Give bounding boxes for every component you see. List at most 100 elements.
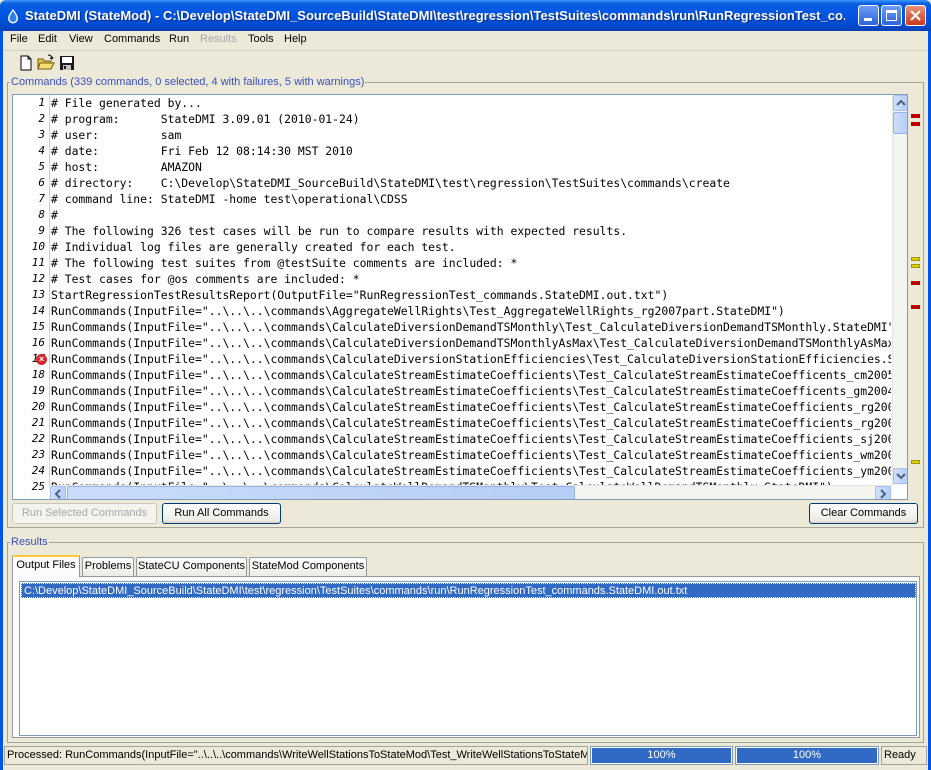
horizontal-scrollbar[interactable] <box>50 485 892 499</box>
line-number: 6 <box>38 176 45 189</box>
command-line[interactable]: # Individual log files are generally cre… <box>51 239 456 255</box>
warning-marker[interactable] <box>911 264 920 268</box>
line-number: 9 <box>38 224 45 237</box>
line-number: 20 <box>31 400 45 413</box>
command-line[interactable]: RunCommands(InputFile="..\..\..\commands… <box>51 335 891 351</box>
line-number: 5 <box>38 160 45 173</box>
tab-statemod-components[interactable]: StateMod Components <box>249 557 367 576</box>
command-line[interactable]: RunCommands(InputFile="..\..\..\commands… <box>51 399 891 415</box>
scroll-down-button[interactable] <box>893 468 907 484</box>
command-line[interactable]: # The following test suites from @testSu… <box>51 255 517 271</box>
scroll-up-button[interactable] <box>893 95 907 111</box>
run-all-commands-button[interactable]: Run All Commands <box>162 503 281 524</box>
output-files-list[interactable]: C:\Develop\StateDMI_SourceBuild\StateDMI… <box>19 581 917 736</box>
line-number: 11 <box>31 256 45 269</box>
menu-edit[interactable]: Edit <box>38 33 57 45</box>
command-line[interactable]: # File generated by... <box>51 95 202 111</box>
menu-help[interactable]: Help <box>284 33 307 45</box>
commands-group-label: Commands (339 commands, 0 selected, 4 wi… <box>10 76 366 88</box>
toolbar <box>3 50 928 74</box>
command-line[interactable]: RunCommands(InputFile="..\..\..\commands… <box>51 303 785 319</box>
command-line[interactable]: # Test cases for @os comments are includ… <box>51 271 360 287</box>
command-line[interactable]: # user: sam <box>51 127 181 143</box>
command-line[interactable]: RunCommands(InputFile="..\..\..\commands… <box>51 319 891 335</box>
line-number-gutter: 1234567891011121314151617×18192021222324… <box>13 95 49 493</box>
menu-results[interactable]: Results <box>200 33 237 45</box>
command-line[interactable]: RunCommands(InputFile="..\..\..\commands… <box>51 383 891 399</box>
command-list[interactable]: # File generated by... # program: StateDM… <box>51 95 891 485</box>
close-button[interactable] <box>905 5 926 26</box>
line-number: 24 <box>31 464 45 477</box>
menu-run[interactable]: Run <box>169 33 189 45</box>
clear-commands-button[interactable]: Clear Commands <box>809 503 918 524</box>
command-line[interactable]: # host: AMAZON <box>51 159 202 175</box>
minimize-button[interactable] <box>858 5 879 26</box>
command-line[interactable]: # directory: C:\Develop\StateDMI_SourceB… <box>51 175 730 191</box>
command-line[interactable]: # program: StateDMI 3.09.01 (2010-01-24) <box>51 111 360 127</box>
chevron-down-icon <box>896 473 906 480</box>
menu-file[interactable]: File <box>10 33 28 45</box>
warning-marker[interactable] <box>911 257 920 261</box>
command-line[interactable]: RunCommands(InputFile="..\..\..\commands… <box>51 415 891 431</box>
command-line[interactable]: # The following 326 test cases will be r… <box>51 223 627 239</box>
line-number: 10 <box>31 240 45 253</box>
line-number: 18 <box>31 368 45 381</box>
progress-text: 100% <box>792 749 822 761</box>
command-line[interactable]: # date: Fri Feb 12 08:14:30 MST 2010 <box>51 143 353 159</box>
line-number: 13 <box>31 288 45 301</box>
tab-statecu-components[interactable]: StateCU Components <box>136 557 247 576</box>
line-number: 2 <box>38 112 45 125</box>
open-folder-icon[interactable] <box>37 54 55 72</box>
failure-marker[interactable] <box>911 281 920 285</box>
new-file-icon[interactable] <box>17 54 35 72</box>
failure-marker[interactable] <box>911 114 920 118</box>
results-group-label: Results <box>10 536 49 548</box>
line-number: 23 <box>31 448 45 461</box>
line-number: 19 <box>31 384 45 397</box>
output-files-panel: C:\Develop\StateDMI_SourceBuild\StateDMI… <box>12 576 920 738</box>
line-number: 1 <box>38 96 45 109</box>
command-line[interactable]: RunCommands(InputFile="..\..\..\commands… <box>51 431 891 447</box>
scroll-left-button[interactable] <box>50 486 66 499</box>
command-line[interactable]: # <box>51 207 58 223</box>
failure-marker[interactable] <box>911 122 920 126</box>
minimize-icon <box>864 18 872 21</box>
problem-overview-ruler[interactable] <box>909 94 921 500</box>
command-line[interactable]: RunCommands(InputFile="..\..\..\commands… <box>51 367 891 383</box>
warning-marker[interactable] <box>911 460 920 464</box>
window-title: StateDMI (StateMod) - C:\Develop\StateDM… <box>25 8 845 23</box>
output-file-item[interactable]: C:\Develop\StateDMI_SourceBuild\StateDMI… <box>21 583 916 598</box>
line-number: 25 <box>31 480 45 493</box>
vertical-scroll-thumb[interactable] <box>893 112 907 134</box>
menu-view[interactable]: View <box>69 33 93 45</box>
tab-output-files[interactable]: Output Files <box>12 555 80 577</box>
status-message: Processed: RunCommands(InputFile="..\..\… <box>4 746 588 765</box>
progress-bar-command: 100% <box>735 746 879 765</box>
command-line[interactable]: StartRegressionTestResultsReport(OutputF… <box>51 287 668 303</box>
command-line[interactable]: RunCommands(InputFile="..\..\..\commands… <box>51 351 891 367</box>
commands-editor[interactable]: 1234567891011121314151617×18192021222324… <box>12 94 908 500</box>
line-number: 22 <box>31 432 45 445</box>
menu-tools[interactable]: Tools <box>248 33 274 45</box>
tab-problems[interactable]: Problems <box>82 557 134 576</box>
close-icon <box>910 10 921 21</box>
command-line[interactable]: RunCommands(InputFile="..\..\..\commands… <box>51 447 891 463</box>
status-state: Ready <box>881 746 927 765</box>
run-selected-commands-button[interactable]: Run Selected Commands <box>12 503 157 524</box>
command-line[interactable]: # command line: StateDMI -home test\oper… <box>51 191 408 207</box>
title-bar[interactable]: StateDMI (StateMod) - C:\Develop\StateDM… <box>0 0 931 31</box>
command-line[interactable]: RunCommands(InputFile="..\..\..\commands… <box>51 463 891 479</box>
progress-bar-commands: 100% <box>590 746 733 765</box>
vertical-scrollbar[interactable] <box>892 95 907 485</box>
window-frame-left <box>0 31 3 770</box>
error-icon[interactable]: × <box>36 354 47 365</box>
failure-marker[interactable] <box>911 305 920 309</box>
save-icon[interactable] <box>58 54 76 72</box>
horizontal-scroll-thumb[interactable] <box>67 486 575 499</box>
chevron-up-icon <box>896 99 906 106</box>
menu-commands[interactable]: Commands <box>104 33 160 45</box>
gutter-separator <box>49 95 50 485</box>
scroll-right-button[interactable] <box>875 486 891 499</box>
line-number: 7 <box>38 192 45 205</box>
maximize-button[interactable] <box>881 5 902 26</box>
